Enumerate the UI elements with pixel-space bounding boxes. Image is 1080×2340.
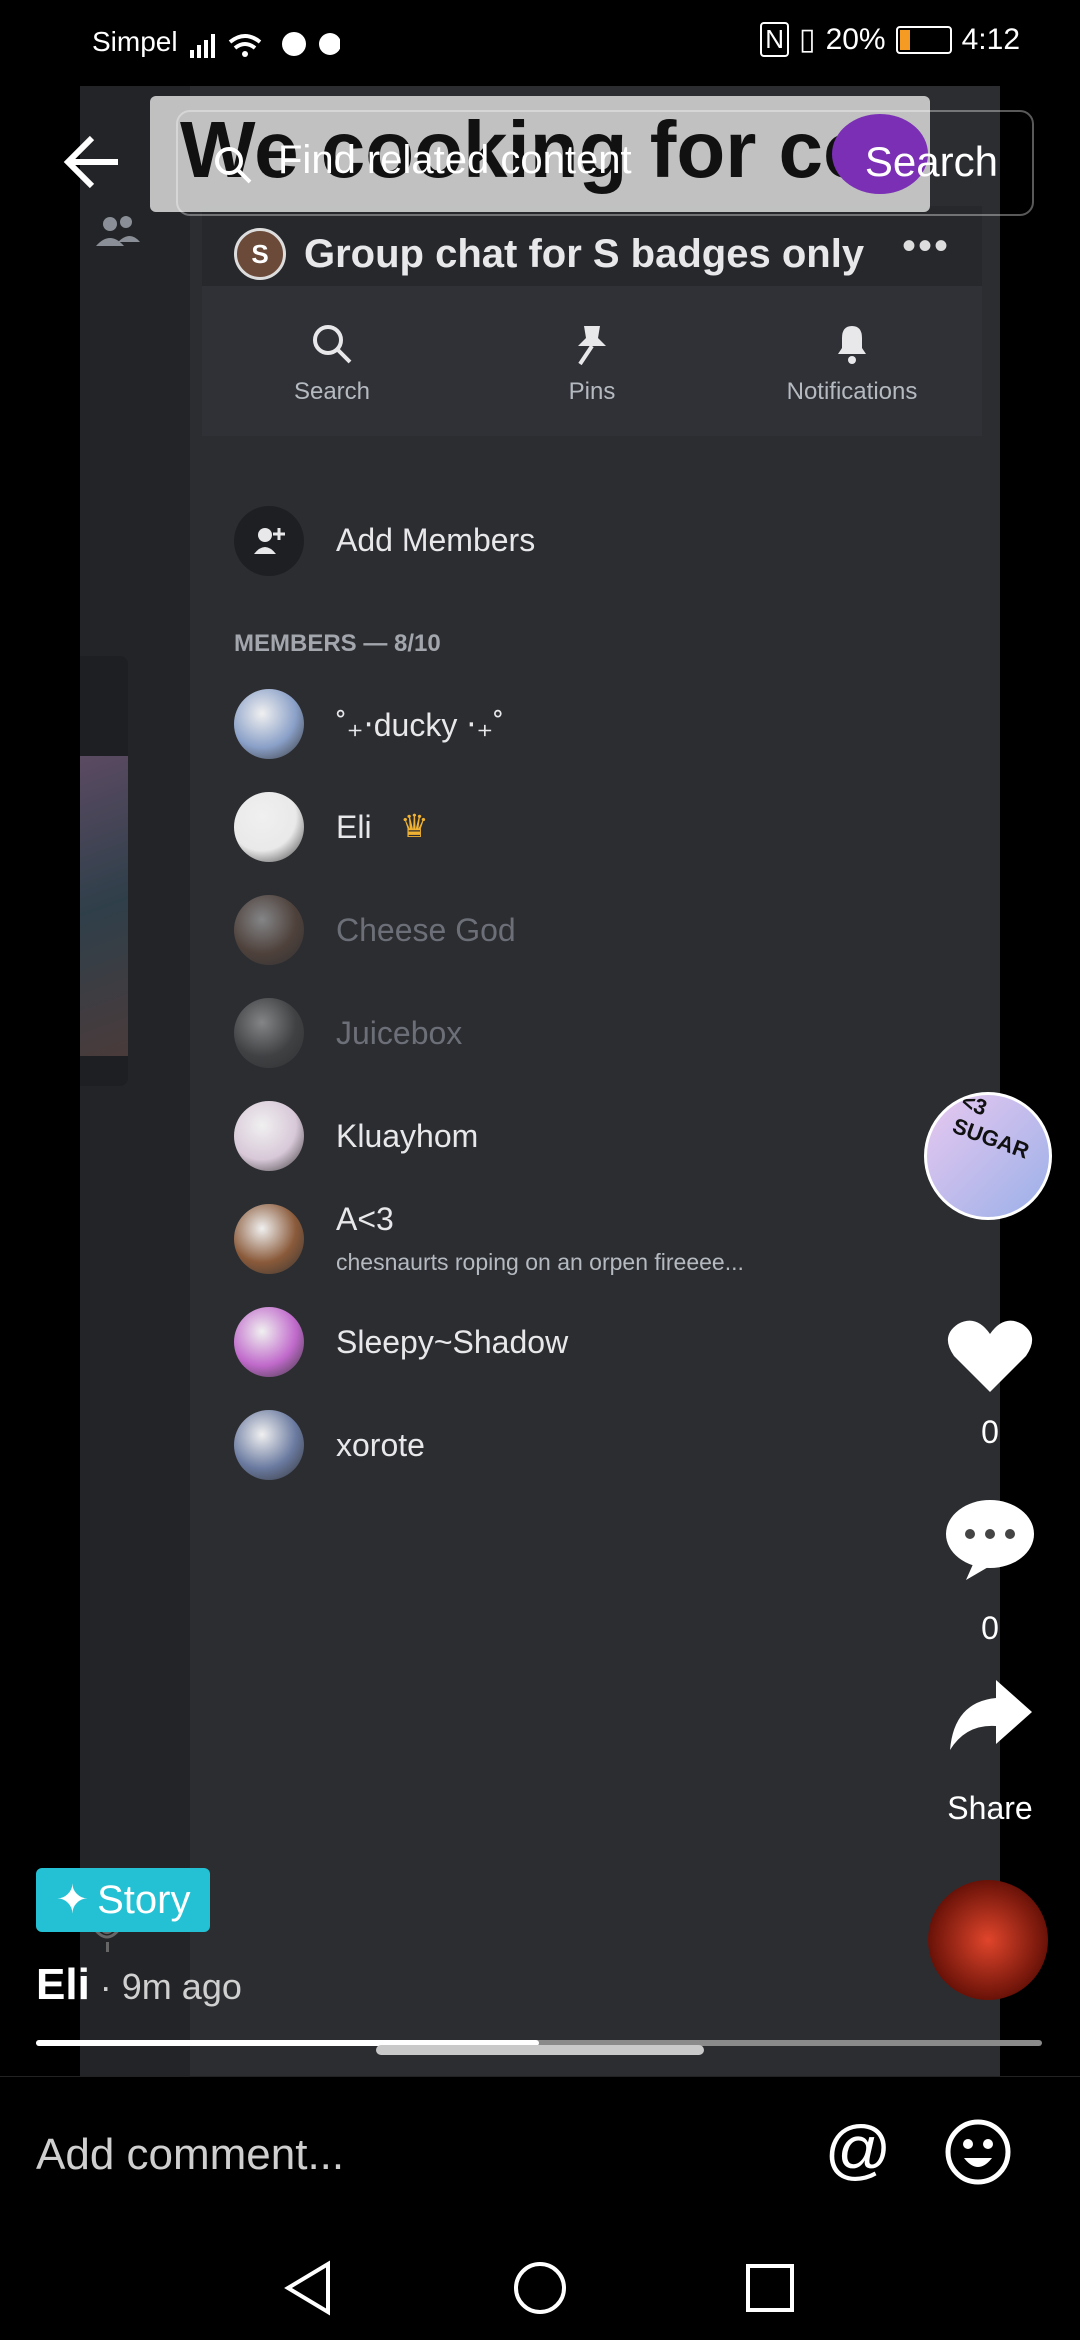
scroll-indicator (376, 2045, 704, 2055)
member-avatar (234, 1410, 304, 1480)
bell-icon (838, 326, 866, 364)
more-options-icon[interactable]: ••• (902, 224, 950, 269)
member-name: ˚₊‧ducky ‧₊˚ (336, 707, 504, 743)
member-name: Kluayhom (336, 1118, 479, 1154)
member-row[interactable]: Sleepy~Shadow (234, 1294, 994, 1384)
back-nav-icon[interactable] (282, 2260, 334, 2316)
author-name: Eli (36, 1960, 90, 2009)
battery-icon (895, 25, 952, 54)
member-row[interactable]: Juicebox (234, 985, 994, 1075)
pin-icon (578, 326, 606, 366)
tool-label: Search (293, 378, 371, 405)
add-members-label: Add Members (336, 522, 536, 558)
comment-count: 0 (981, 1610, 999, 1646)
member-avatar (234, 1204, 304, 1274)
avatar-badge-text: <3 SUGAR (949, 1092, 1033, 1164)
status-bar: Simpel N ▯ 20% 4:12 (0, 0, 1080, 86)
tool-pins[interactable]: Pins (492, 322, 692, 406)
tool-label: Notifications (786, 378, 918, 405)
home-nav-icon[interactable] (512, 2260, 568, 2316)
member-name: xorote (336, 1427, 425, 1463)
mention-icon[interactable]: @ (824, 2118, 892, 2186)
emoji-icon[interactable] (944, 2118, 1012, 2186)
member-row[interactable]: A<3 chesnaurts roping on an orpen fireeee… (234, 1191, 994, 1281)
add-user-icon (234, 506, 304, 576)
tool-search[interactable]: Search (232, 322, 432, 406)
search-icon (215, 147, 252, 184)
member-row[interactable]: Kluayhom (234, 1088, 994, 1178)
svg-text:@: @ (825, 2118, 892, 2186)
group-avatar: S (234, 228, 286, 280)
member-name: Juicebox (336, 1015, 463, 1051)
search-bar[interactable]: Find related content Search (176, 110, 1034, 216)
member-avatar (234, 1307, 304, 1377)
member-row[interactable]: xorote (234, 1397, 994, 1487)
crown-icon: ♛ (400, 808, 429, 844)
signal-wifi-icons (190, 32, 340, 58)
search-icon (313, 325, 352, 364)
member-name: A<3 (336, 1201, 394, 1237)
recents-nav-icon[interactable] (744, 2262, 796, 2314)
search-button[interactable]: Search (865, 138, 998, 186)
video-content[interactable]: S Group chat for S badges only ••• Searc… (80, 86, 1000, 2076)
like-count: 0 (981, 1414, 999, 1450)
member-avatar (234, 998, 304, 1068)
member-name: Eli (336, 809, 372, 845)
vibrate-icon: ▯ (799, 23, 816, 56)
member-row[interactable]: Cheese God (234, 882, 994, 972)
member-avatar (234, 1101, 304, 1171)
group-title: Group chat for S badges only (304, 232, 865, 276)
status-right: N ▯ 20% 4:12 (760, 22, 1020, 57)
nfc-icon: N (760, 22, 790, 57)
members-icon (96, 216, 140, 246)
share-label[interactable]: Share (930, 1790, 1050, 1827)
member-name: Cheese God (336, 912, 516, 948)
add-members-button[interactable]: Add Members (234, 506, 834, 578)
android-nav-bar (0, 2236, 1080, 2340)
story-label: Story (97, 1877, 191, 1922)
music-disc-avatar[interactable] (928, 1880, 1048, 2000)
member-status: chesnaurts roping on an orpen fireeee... (336, 1249, 744, 1275)
post-time: · 9m ago (89, 1966, 242, 2007)
discord-panel: S Group chat for S badges only ••• Searc… (202, 86, 982, 2076)
story-badge[interactable]: ✦ Story (36, 1868, 210, 1932)
battery-percent: 20% (825, 22, 886, 56)
sparkle-icon: ✦ (55, 1878, 90, 1922)
discord-sidebar (80, 86, 190, 2076)
like-heart-icon[interactable] (946, 1316, 1034, 1396)
clock: 4:12 (961, 22, 1020, 56)
creator-avatar[interactable]: <3 SUGAR (924, 1092, 1052, 1220)
member-avatar (234, 689, 304, 759)
preview-image (80, 756, 128, 1056)
back-arrow-icon[interactable] (60, 130, 124, 194)
share-arrow-icon[interactable] (946, 1676, 1034, 1752)
comment-icon[interactable] (944, 1496, 1036, 1580)
member-avatar (234, 792, 304, 862)
post-author[interactable]: Eli · 9m ago (36, 1960, 242, 2010)
member-row[interactable]: Eli ♛ (234, 779, 994, 869)
members-header: MEMBERS — 8/10 (234, 630, 441, 657)
member-avatar (234, 895, 304, 965)
tool-notifications[interactable]: Notifications (752, 322, 952, 406)
member-name: Sleepy~Shadow (336, 1324, 569, 1360)
member-row[interactable]: ˚₊‧ducky ‧₊˚ (234, 676, 994, 766)
tools-bar: Search Pins Notifications (202, 286, 982, 436)
tool-label: Pins (568, 378, 616, 405)
search-input[interactable]: Find related content (278, 138, 632, 183)
carrier-name: Simpel (92, 26, 178, 57)
comment-input[interactable]: Add comment... (36, 2130, 344, 2180)
